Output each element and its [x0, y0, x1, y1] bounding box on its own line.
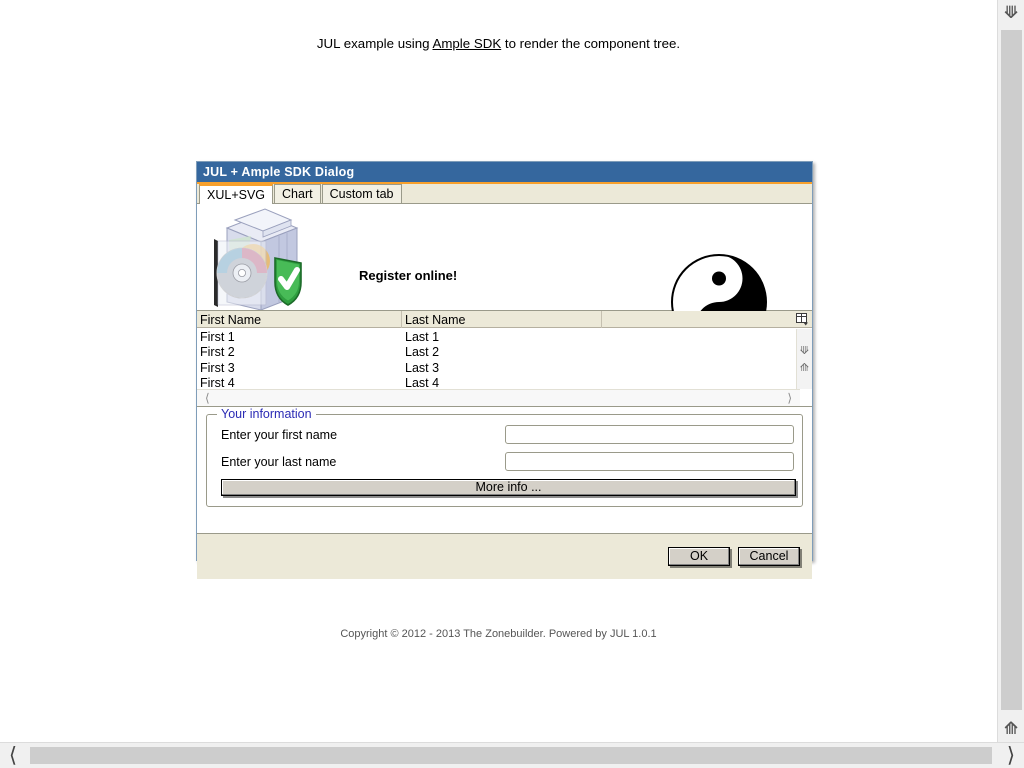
cell-last-name: Last 1 [405, 329, 440, 344]
first-name-label: Enter your first name [221, 427, 338, 442]
table-row[interactable]: First 3 Last 3 [197, 360, 784, 376]
browser-horizontal-scrollbar[interactable]: ⟨ ⟩ [0, 742, 1024, 768]
scroll-left-button[interactable]: ⟨ [0, 743, 26, 768]
grid-column-header-last-name[interactable]: Last Name [402, 311, 602, 328]
copyright-footer: Copyright © 2012 - 2013 The Zonebuilder.… [340, 628, 657, 640]
grid-horizontal-scrollbar[interactable]: ⟨ ⟩ [197, 389, 800, 406]
grid-header-row: First Name Last Name [197, 311, 812, 328]
cancel-button[interactable]: Cancel [738, 547, 800, 566]
chevron-down-icon[interactable]: ⟰ [800, 362, 809, 373]
chevron-down-icon: ⟰ [1003, 718, 1019, 739]
scroll-down-button[interactable]: ⟰ [998, 716, 1024, 742]
page-title: JUL example using Ample SDK to render th… [0, 36, 997, 51]
software-box-icon [205, 206, 305, 315]
page-viewport: JUL example using Ample SDK to render th… [0, 0, 997, 742]
chevron-right-icon: ⟩ [1006, 743, 1016, 767]
ample-sdk-link[interactable]: Ample SDK [432, 36, 501, 51]
chevron-left-icon: ⟨ [8, 743, 18, 767]
grid-column-header-first-name[interactable]: First Name [197, 311, 402, 328]
chevron-up-icon: ⟱ [1003, 2, 1019, 23]
chevron-right-icon[interactable]: ⟩ [787, 392, 792, 404]
your-information-legend: Your information [217, 407, 316, 421]
last-name-row: Enter your last name [213, 451, 796, 472]
column-chooser-icon[interactable] [795, 312, 810, 327]
tab-chart-label: Chart [282, 187, 313, 201]
cell-last-name: Last 2 [405, 345, 440, 360]
tab-xul-svg-label: XUL+SVG [207, 188, 266, 202]
dialog-titlebar[interactable]: JUL + Ample SDK Dialog [197, 162, 812, 184]
banner-row: Register online! [197, 204, 812, 350]
cell-first-name: First 1 [200, 329, 235, 344]
tab-panel-xul-svg: Register online! First Name Last Name Fi… [197, 204, 812, 534]
scroll-right-button[interactable]: ⟩ [998, 743, 1024, 768]
chevron-left-icon[interactable]: ⟨ [205, 392, 210, 404]
grid-column-header-blank[interactable] [602, 311, 812, 328]
browser-vertical-scrollbar[interactable]: ⟱ ⟰ [997, 0, 1024, 742]
vertical-scroll-thumb[interactable] [1001, 30, 1022, 710]
page-title-suffix: to render the component tree. [501, 36, 681, 51]
horizontal-scroll-thumb[interactable] [30, 747, 992, 764]
jul-ample-sdk-dialog: JUL + Ample SDK Dialog XUL+SVG Chart Cus… [196, 161, 813, 579]
table-row[interactable]: First 4 Last 4 [197, 376, 784, 389]
first-name-row: Enter your first name [213, 424, 796, 445]
last-name-input[interactable] [505, 452, 794, 471]
more-info-button[interactable]: More info ... [221, 479, 796, 496]
ok-button[interactable]: OK [668, 547, 730, 566]
names-grid: First Name Last Name First 1 Last 1 Firs… [197, 311, 812, 407]
grid-vertical-scrollbar[interactable]: ⟱ ⟰ [796, 329, 812, 389]
table-row[interactable]: First 2 Last 2 [197, 345, 784, 361]
table-row[interactable]: First 1 Last 1 [197, 329, 784, 345]
dialog-button-bar: OK Cancel [197, 534, 812, 579]
dialog-title: JUL + Ample SDK Dialog [203, 165, 355, 179]
tab-custom-label: Custom tab [329, 187, 394, 201]
tab-xul-svg[interactable]: XUL+SVG [199, 184, 274, 204]
tab-custom[interactable]: Custom tab [321, 184, 402, 203]
grid-body: First 1 Last 1 First 2 Last 2 First 3 La… [197, 329, 784, 389]
chevron-up-icon[interactable]: ⟱ [800, 345, 809, 356]
scroll-up-button[interactable]: ⟱ [998, 0, 1024, 26]
cell-last-name: Last 4 [405, 376, 440, 389]
register-online-label: Register online! [359, 268, 458, 283]
tabstrip: XUL+SVG Chart Custom tab [197, 184, 812, 204]
tab-chart[interactable]: Chart [274, 184, 321, 203]
first-name-input[interactable] [505, 425, 794, 444]
cell-last-name: Last 3 [405, 360, 440, 375]
cell-first-name: First 4 [200, 376, 235, 389]
your-information-group: Your information Enter your first name E… [206, 407, 803, 507]
cell-first-name: First 2 [200, 345, 235, 360]
page-title-prefix: JUL example using [316, 36, 433, 51]
cell-first-name: First 3 [200, 360, 235, 375]
last-name-label: Enter your last name [221, 454, 337, 469]
